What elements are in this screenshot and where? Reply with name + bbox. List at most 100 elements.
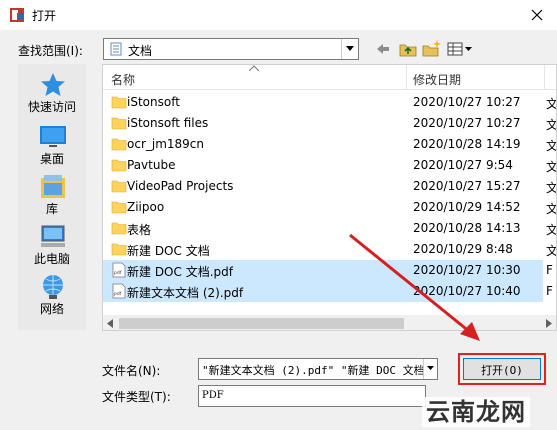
filetype-select[interactable]: PDF — [198, 385, 426, 407]
pdf-file-icon: pdf — [112, 283, 126, 299]
documents-folder-icon — [110, 42, 122, 56]
file-modified-date: 2020/10/29 8:48 — [413, 242, 513, 256]
file-name: 表格 — [127, 223, 152, 237]
watermark: 云南龙网 — [422, 397, 530, 427]
file-row[interactable]: pdf 新建文本文档 (2).pdf 2020/10/27 10:40 F — [103, 281, 553, 302]
column-divider[interactable] — [544, 65, 545, 89]
folder-icon — [111, 159, 127, 172]
star-icon — [41, 73, 65, 96]
open-button-highlight: 打开(O) — [458, 353, 546, 385]
file-name: Ziipoo — [127, 200, 165, 214]
window-title: 打开 — [32, 9, 57, 23]
scroll-left-icon[interactable] — [107, 319, 113, 328]
file-row[interactable]: VideoPad Projects 2020/10/27 15:27 文 — [103, 176, 556, 197]
file-type-cell: 文 — [546, 118, 557, 132]
folder-icon — [111, 201, 127, 214]
close-button[interactable] — [517, 0, 557, 30]
column-header-modified[interactable]: 修改日期 — [413, 71, 461, 88]
view-menu-button[interactable] — [446, 38, 476, 60]
file-modified-date: 2020/10/29 14:52 — [413, 200, 521, 214]
file-name: iStonsoft — [127, 95, 180, 109]
lookin-dropdown[interactable] — [341, 39, 358, 59]
list-header: 名称 修改日期 — [103, 65, 556, 90]
place-library[interactable]: 库 — [18, 170, 86, 220]
desktop-icon — [40, 126, 66, 147]
folder-icon — [111, 180, 127, 193]
file-name: iStonsoft files — [127, 116, 209, 130]
file-row[interactable]: pdf 新建 DOC 文档.pdf 2020/10/27 10:30 F — [103, 260, 553, 281]
svg-text:pdf: pdf — [114, 270, 122, 276]
file-modified-date: 2020/10/27 10:27 — [413, 95, 521, 109]
open-button[interactable]: 打开(O) — [463, 358, 541, 380]
file-type-cell: F — [546, 284, 553, 298]
file-name: VideoPad Projects — [127, 179, 234, 193]
place-quick-access[interactable]: 快速访问 — [18, 68, 86, 118]
place-label: 快速访问 — [27, 100, 76, 114]
filename-input[interactable]: "新建文本文档 (2).pdf" "新建 DOC 文档. — [198, 358, 438, 380]
up-folder-button[interactable] — [397, 38, 419, 60]
network-icon — [43, 275, 63, 299]
file-modified-date: 2020/10/27 9:54 — [413, 158, 513, 172]
lookin-value: 文档 — [128, 44, 153, 58]
column-divider[interactable] — [406, 65, 407, 89]
sort-ascending-icon — [249, 65, 259, 71]
file-type-cell: 文 — [546, 139, 557, 153]
column-header-name[interactable]: 名称 — [111, 71, 135, 88]
folder-icon — [111, 96, 127, 109]
scroll-right-icon[interactable] — [546, 319, 552, 328]
back-arrow-icon — [377, 44, 389, 54]
title-bar: 打开 — [0, 0, 557, 30]
svg-text:pdf: pdf — [114, 291, 122, 297]
file-type-cell: 文 — [546, 244, 557, 258]
file-list[interactable]: 名称 修改日期 iStonsoft 2020/10/27 10:27 文 iStons… — [102, 64, 557, 331]
computer-icon — [41, 225, 65, 247]
lookin-combo[interactable]: 文档 — [103, 38, 359, 60]
filename-dropdown[interactable] — [423, 359, 437, 379]
view-grid-icon — [447, 42, 472, 56]
file-modified-date: 2020/10/28 14:19 — [413, 137, 521, 151]
scrollbar-thumb[interactable] — [119, 318, 404, 329]
app-icon — [10, 8, 24, 22]
chevron-down-icon — [346, 46, 354, 51]
file-modified-date: 2020/10/27 10:30 — [413, 263, 521, 277]
folder-icon — [111, 117, 127, 130]
chevron-down-icon — [427, 366, 434, 370]
place-label: 桌面 — [39, 152, 64, 166]
file-row[interactable]: 表格 2020/10/28 14:13 文 — [103, 218, 556, 239]
file-type-cell: 文 — [546, 202, 557, 216]
place-label: 库 — [45, 202, 58, 216]
file-name: ocr_jm189cn — [127, 137, 205, 151]
new-folder-button[interactable] — [421, 38, 443, 60]
back-button[interactable] — [372, 38, 394, 60]
horizontal-scrollbar[interactable] — [103, 315, 556, 330]
up-folder-icon — [399, 44, 417, 57]
filename-label: 文件名(N): — [102, 364, 161, 378]
lookin-label: 查找范围(I): — [18, 44, 83, 58]
file-name: 新建 DOC 文档.pdf — [127, 265, 233, 279]
folder-icon — [111, 222, 127, 235]
file-row[interactable]: iStonsoft files 2020/10/27 10:27 文 — [103, 113, 556, 134]
pdf-file-icon: pdf — [112, 262, 126, 278]
folder-icon — [111, 138, 127, 151]
place-network[interactable]: 网络 — [18, 270, 86, 320]
place-label: 网络 — [39, 302, 64, 316]
file-row[interactable]: Ziipoo 2020/10/29 14:52 文 — [103, 197, 556, 218]
file-modified-date: 2020/10/27 10:40 — [413, 284, 521, 298]
library-icon — [41, 175, 65, 198]
file-modified-date: 2020/10/27 10:27 — [413, 116, 521, 130]
file-modified-date: 2020/10/27 15:27 — [413, 179, 521, 193]
file-type-cell: F — [546, 263, 553, 277]
file-name: 新建文本文档 (2).pdf — [127, 286, 244, 300]
place-desktop[interactable]: 桌面 — [18, 120, 86, 170]
place-this-pc[interactable]: 此电脑 — [18, 220, 86, 270]
file-row[interactable]: iStonsoft 2020/10/27 10:27 文 — [103, 92, 556, 113]
places-bar: 快速访问 桌面 库 此电脑 网络 — [18, 64, 86, 330]
file-row[interactable]: 新建 DOC 文档 2020/10/29 8:48 文 — [103, 239, 556, 260]
file-name: 新建 DOC 文档 — [127, 244, 210, 258]
file-type-cell: 文 — [546, 160, 557, 174]
file-row[interactable]: Pavtube 2020/10/27 9:54 文 — [103, 155, 556, 176]
folder-icon — [111, 243, 127, 256]
open-button-label: 打开(O) — [481, 364, 523, 377]
file-row[interactable]: ocr_jm189cn 2020/10/28 14:19 文 — [103, 134, 556, 155]
file-name: Pavtube — [127, 158, 176, 172]
